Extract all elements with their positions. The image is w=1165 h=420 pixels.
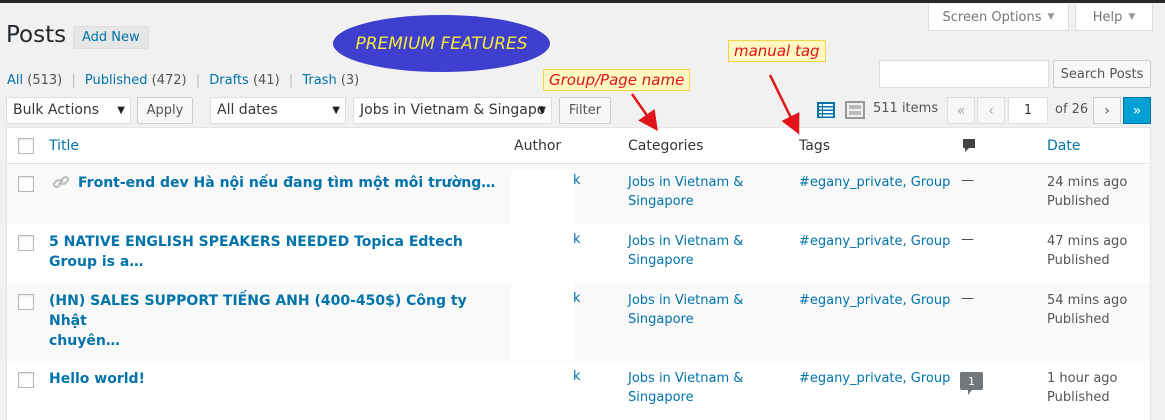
manual-tag-arrow [768,74,800,135]
annotation-arrows [630,74,800,135]
group-page-arrow [630,93,658,132]
